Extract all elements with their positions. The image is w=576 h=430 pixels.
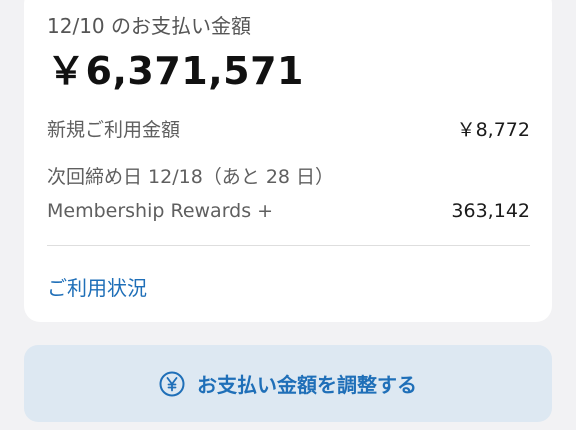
adjust-payment-label: お支払い金額を調整する [197, 373, 417, 397]
payment-due-label: 12/10 のお支払い金額 [47, 14, 251, 38]
new-usage-value: ￥8,772 [456, 119, 530, 141]
membership-rewards-row: Membership Rewards + 363,142 [47, 200, 530, 226]
divider [47, 245, 530, 246]
adjust-payment-button[interactable]: お支払い金額を調整する [24, 345, 552, 422]
membership-rewards-label: Membership Rewards + [47, 200, 274, 222]
next-closing-date: 次回締め日 12/18（あと 28 日） [47, 166, 335, 188]
usage-status-link[interactable]: ご利用状況 [47, 272, 147, 301]
payment-due-amount: ￥6,371,571 [47, 49, 304, 93]
yen-circle-icon [159, 371, 185, 397]
new-usage-row: 新規ご利用金額 ￥8,772 [47, 115, 530, 141]
membership-rewards-value: 363,142 [451, 200, 530, 222]
new-usage-label: 新規ご利用金額 [47, 119, 181, 141]
